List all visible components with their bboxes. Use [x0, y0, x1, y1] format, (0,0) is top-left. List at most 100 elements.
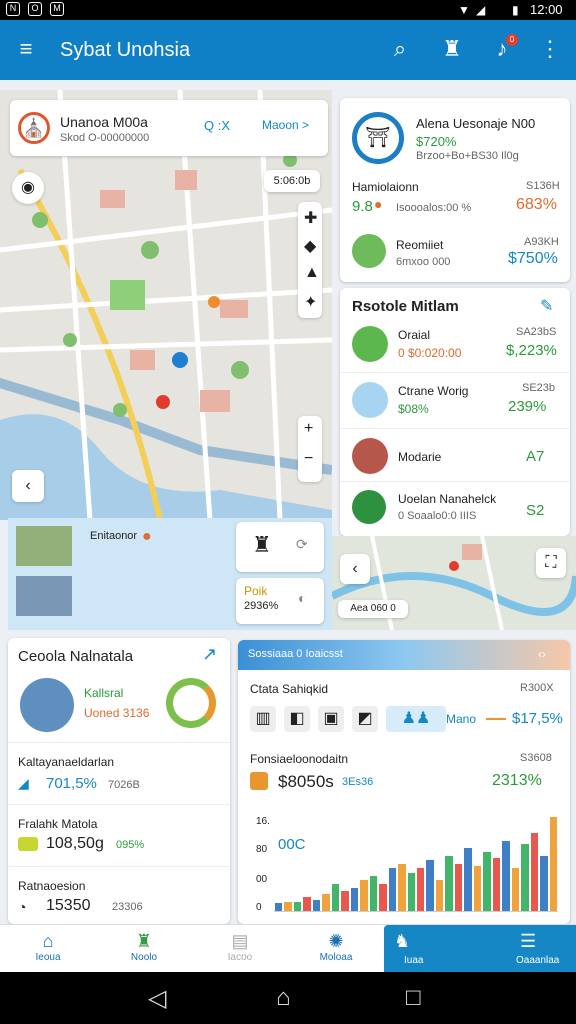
price-chip[interactable]: Poik 2936% ◐: [236, 578, 324, 624]
analytics-row-right: R300X: [520, 682, 554, 694]
signal-icon: ▼: [458, 3, 470, 17]
y-tick: 80: [256, 844, 268, 855]
analytics-value: $8050s: [278, 772, 334, 791]
place-search[interactable]: Q :X: [204, 118, 230, 133]
fullscreen-icon[interactable]: ⛶: [536, 548, 566, 578]
stat-card[interactable]: ⛩ Alena Uesonaje N00 $720% Brzoo+Bo+B​S3…: [340, 98, 570, 282]
chart-bar: [331, 883, 340, 911]
stat-card-sub: Brzoo+Bo+B​S30 Il0g: [416, 150, 519, 162]
nav-item-places[interactable]: ♜ Noolo: [96, 925, 192, 973]
stat-card-value: $720%: [416, 134, 457, 149]
trend-icon: ◢: [18, 775, 29, 791]
overview-row-sub: 7026B: [108, 779, 140, 791]
stat-row-right: A93KH: [524, 236, 559, 248]
place-card[interactable]: ⛪ Unanoa M00a Skod O-00000000 Q :X Maoon…: [10, 100, 328, 156]
list-item[interactable]: Modarie A7: [340, 430, 570, 482]
layer-tool-icon[interactable]: ◆: [304, 236, 316, 256]
search-icon[interactable]: ⌕: [388, 38, 412, 60]
globe-icon: ✺: [328, 931, 344, 951]
chart-bar: [350, 887, 359, 911]
bottom-nav: ⌂ Ieoua ♜ Noolo ▤ Iacoo ✺ Moloaa ♞ Iuaa ☰ Oa…: [0, 924, 576, 973]
menu-icon[interactable]: ≡: [14, 38, 38, 60]
list-item-amount: 0 Soaalo0:0 IIIS: [398, 510, 477, 522]
nav-label: Ieoua: [35, 952, 61, 963]
place-title: Unanoa M00a: [60, 114, 148, 130]
list-card: Rsotole Mitlam ✎ Oraial 0 $0:020:00 SA23…: [340, 288, 570, 536]
zoom-out-button[interactable]: −: [304, 450, 313, 468]
overflow-menu-icon[interactable]: ⋮: [538, 38, 562, 60]
zoom-in-button[interactable]: +: [304, 420, 313, 438]
calendar-icon[interactable]: ▣: [318, 706, 344, 732]
location-icon[interactable]: ♜: [440, 38, 464, 60]
place-action-link[interactable]: Maoon >: [262, 118, 309, 132]
chevron-left-icon[interactable]: ‹: [12, 470, 44, 502]
overview-hero: Kallsral: [84, 686, 124, 700]
landmark-thumb[interactable]: ♜ ⟳: [236, 522, 324, 572]
list-item[interactable]: Uoelan Nanahelck 0 Soaalo0:0 IIIS S2: [340, 484, 570, 534]
nav-item-docs[interactable]: ▤ Iacoo: [192, 925, 288, 973]
app-bar: ≡ Sybat Unohsia ⌕ ♜ ♪ 0 ⋮: [0, 20, 576, 80]
overview-row-sub: 23306: [112, 901, 143, 913]
list-card-title: Rsotole Mitlam: [352, 298, 459, 315]
share-icon[interactable]: ⟳: [296, 536, 308, 553]
stat-row-label: Reomiiet: [396, 238, 444, 252]
back-icon[interactable]: ◁: [148, 984, 166, 1013]
tag-icon[interactable]: ◩: [352, 706, 378, 732]
arrow-up-right-icon[interactable]: ↗: [202, 644, 217, 665]
list-item-pct: 239%: [508, 398, 547, 415]
analytics-row-label: Fonsiaeloonodaitn: [250, 752, 349, 766]
overview-row-label: Ratnaoesion: [18, 879, 86, 893]
stat-row-note: Isoooalos:00 %: [396, 202, 472, 214]
list-item[interactable]: Oraial 0 $0:020:00 SA23bS $,223%: [340, 318, 570, 373]
chip-label[interactable]: Mano: [446, 712, 476, 726]
compass-icon[interactable]: ◉: [12, 172, 44, 204]
toggle-icon[interactable]: ◐: [298, 590, 306, 606]
map-tile-label: 5:06:0b: [264, 170, 320, 192]
poi-tool-icon[interactable]: ▲: [304, 264, 320, 282]
filter-icon[interactable]: ◧: [284, 706, 310, 732]
chart-bar: [483, 852, 491, 911]
map-tools: ✚ ◆ ▲ ✦: [298, 202, 322, 318]
home-button-icon[interactable]: ⌂: [276, 984, 291, 1012]
collapse-icon[interactable]: ‹›: [538, 647, 546, 661]
chevron-left-icon[interactable]: ‹: [340, 554, 370, 584]
overview-row[interactable]: Fralahk Matola 108,50g 095%: [8, 804, 230, 866]
analytics-card: Sossiaaa 0 Ioaicsst ‹› Ctata Sahiqkid R3…: [238, 640, 570, 924]
chart-bar: [540, 856, 548, 911]
nav-item-home[interactable]: ⌂ Ieoua: [0, 925, 96, 973]
list-item[interactable]: Ctrane Worig $08% SE23b 239%: [340, 374, 570, 429]
map-strip[interactable]: ‹ ⛶ Aea 060 0: [332, 536, 576, 630]
nav-label: Iacoo: [227, 952, 253, 963]
stat-row-value: 9.8: [352, 198, 373, 215]
chart-icon[interactable]: ▥: [250, 706, 276, 732]
overview-row-value: 701,5%: [46, 775, 97, 792]
recents-icon[interactable]: □: [406, 984, 421, 1012]
pin-tool-icon[interactable]: ✚: [304, 208, 317, 228]
map-view[interactable]: ⛪ Unanoa M00a Skod O-00000000 Q :X Maoon…: [0, 90, 332, 520]
overview-row[interactable]: Ratnaoesion ◔ 15350 23306: [8, 866, 230, 924]
legend-line: [486, 718, 506, 720]
edit-icon[interactable]: ✎: [540, 296, 553, 316]
overview-row-label: Kaltayanaeldarlan: [18, 755, 115, 769]
chart-bar: [369, 875, 378, 911]
pin-icon: ●: [374, 196, 383, 212]
list-item-right: SE23b: [522, 382, 556, 394]
notification-badge: 0: [506, 34, 518, 46]
nav-item-active[interactable]: ♞ Iuaa ☰ Oaaanlaa: [384, 925, 576, 973]
map-preview[interactable]: Enitaonor ● ♜ ⟳ Poik 2936% ◐: [8, 518, 332, 630]
list-item-name: Uoelan Nanahelck: [398, 492, 497, 506]
clock: 12:00: [530, 2, 563, 17]
chart-bar: [445, 856, 453, 911]
chart-bar: [435, 879, 444, 911]
nav-item-explore[interactable]: ✺ Moloaa: [288, 925, 384, 973]
analytics-title: Sossiaaa 0 Ioaicsst: [248, 648, 343, 660]
list-item-pct: A7: [526, 448, 545, 465]
people-icon[interactable]: ♟♟: [386, 706, 446, 732]
measure-tool-icon[interactable]: ✦: [304, 292, 317, 312]
y-axis: 16. 80 00 0: [256, 816, 276, 913]
person-icon: ♞: [394, 931, 411, 951]
chart-bar: [549, 817, 557, 911]
overview-row[interactable]: Kaltayanaeldarlan ◢ 701,5% 7026B: [8, 742, 230, 804]
time-icon: ◔: [18, 899, 27, 915]
chart-bar: [275, 903, 283, 911]
